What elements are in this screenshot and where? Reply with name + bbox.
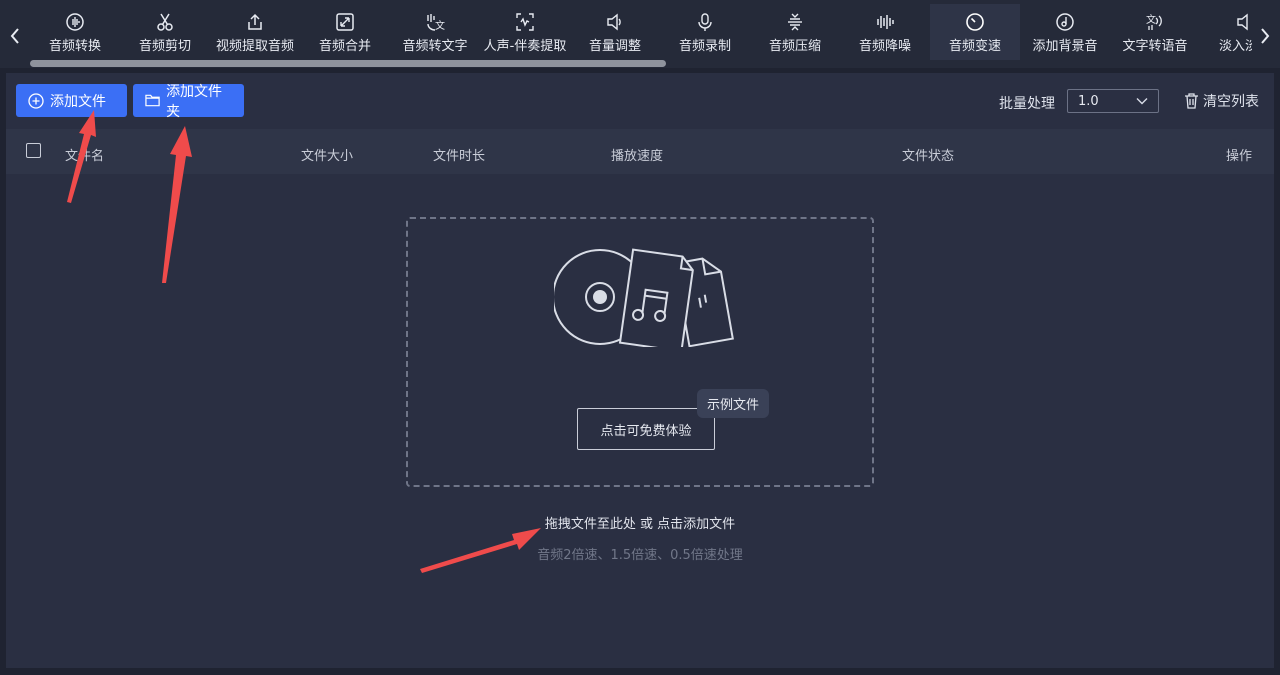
tool-label: 音频转文字 — [402, 39, 468, 54]
column-header-actions: 操作 — [1226, 149, 1253, 164]
add-file-button[interactable]: 添加文件 — [16, 84, 127, 117]
free-trial-button[interactable]: 点击可免费体验 — [577, 408, 715, 450]
file-table-header: 文件名 文件大小 文件时长 播放速度 文件状态 操作 — [6, 129, 1274, 174]
svg-text:文: 文 — [435, 19, 445, 32]
tool-audio-speed[interactable]: 音频变速 — [930, 4, 1020, 60]
tool-label: 音频录制 — [678, 39, 731, 54]
tool-label: 人声-伴奏提取 — [483, 39, 567, 54]
tool-label: 添加背景音 — [1032, 39, 1098, 54]
column-header-size[interactable]: 文件大小 — [301, 145, 353, 164]
voice-extract-icon — [515, 12, 535, 32]
compress-icon — [785, 12, 805, 32]
waveform-icon — [875, 12, 895, 32]
column-header-duration[interactable]: 文件时长 — [433, 145, 485, 164]
add-circle-icon — [28, 92, 44, 109]
tool-voice-accompaniment[interactable]: 人声-伴奏提取 — [480, 4, 570, 60]
tool-label: 音频变速 — [948, 39, 1001, 54]
tool-noise-reduction[interactable]: 音频降噪 — [840, 4, 930, 60]
drop-sub-hint-text: 音频2倍速、1.5倍速、0.5倍速处理 — [537, 548, 743, 563]
microphone-icon — [695, 12, 715, 32]
drop-hint-text: 拖拽文件至此处 或 点击添加文件 — [544, 517, 736, 532]
scissors-icon — [155, 12, 175, 32]
tool-label: 音频降噪 — [858, 39, 911, 54]
clear-list-button[interactable]: 清空列表 — [1184, 91, 1259, 111]
tool-label: 音频压缩 — [768, 39, 821, 54]
scroll-left-button[interactable] — [7, 24, 23, 48]
svg-text:文: 文 — [1146, 13, 1156, 26]
audio-files-illustration — [554, 248, 734, 347]
column-header-filename[interactable]: 文件名 — [65, 145, 104, 164]
column-header-playback-speed[interactable]: 播放速度 — [611, 145, 663, 164]
tool-video-extract-audio[interactable]: 视频提取音频 — [210, 4, 300, 60]
tool-volume-adjust[interactable]: 音量调整 — [570, 4, 660, 60]
tool-audio-merge[interactable]: 音频合并 — [300, 4, 390, 60]
chevron-left-icon — [10, 28, 19, 44]
text-to-speech-icon: 文 — [1145, 12, 1165, 32]
merge-icon — [335, 12, 355, 32]
free-trial-label: 点击可免费体验 — [600, 423, 692, 439]
speech-to-text-icon: 文 — [425, 12, 445, 32]
fade-icon — [1235, 12, 1252, 32]
tool-label: 视频提取音频 — [215, 39, 294, 54]
music-disc-icon — [1055, 12, 1075, 32]
toolbar-scrollbar[interactable] — [30, 60, 666, 67]
tool-audio-compress[interactable]: 音频压缩 — [750, 4, 840, 60]
add-folder-label: 添加文件夹 — [166, 83, 223, 120]
batch-speed-select[interactable]: 1.0 — [1067, 89, 1159, 113]
trash-icon — [1185, 93, 1198, 109]
chevron-right-icon — [1261, 28, 1270, 44]
chevron-down-icon — [1136, 98, 1148, 105]
tool-list: 音频转换 音频剪切 视频提取音频 音频合并 文 音频转文字 人声-伴奏提取 音量… — [30, 4, 1252, 62]
folder-icon — [145, 94, 160, 107]
upload-icon — [245, 12, 265, 32]
volume-icon — [605, 12, 625, 32]
tool-label: 音量调整 — [588, 39, 641, 54]
scroll-right-button[interactable] — [1257, 24, 1273, 48]
tool-fade-in-out[interactable]: 淡入淡出 — [1200, 4, 1252, 60]
clear-list-label: 清空列表 — [1203, 94, 1259, 110]
select-all-checkbox[interactable] — [26, 143, 41, 158]
tool-ribbon: 音频转换 音频剪切 视频提取音频 音频合并 文 音频转文字 人声-伴奏提取 音量… — [0, 0, 1280, 68]
tool-label: 音频转换 — [48, 39, 101, 54]
main-panel: 添加文件 添加文件夹 批量处理 1.0 清空列表 文件名 文件大小 文件时长 播… — [6, 73, 1274, 668]
sample-file-label: 示例文件 — [707, 398, 760, 413]
column-header-status[interactable]: 文件状态 — [902, 145, 954, 164]
add-folder-button[interactable]: 添加文件夹 — [133, 84, 244, 120]
audio-convert-icon — [65, 12, 85, 32]
speed-dial-icon — [965, 12, 985, 32]
tool-label: 音频合并 — [318, 39, 371, 54]
sample-file-badge[interactable]: 示例文件 — [697, 389, 770, 418]
batch-process-label: 批量处理 — [999, 96, 1055, 112]
file-drop-zone[interactable]: 点击可免费体验 示例文件 — [406, 217, 874, 487]
add-file-label: 添加文件 — [50, 93, 106, 110]
batch-speed-value: 1.0 — [1078, 93, 1099, 109]
tool-audio-convert[interactable]: 音频转换 — [30, 4, 120, 60]
tool-speech-to-text[interactable]: 文 音频转文字 — [390, 4, 480, 60]
tool-label: 音频剪切 — [138, 39, 191, 54]
tool-label: 淡入淡出 — [1218, 39, 1252, 54]
tool-audio-record[interactable]: 音频录制 — [660, 4, 750, 60]
tool-text-to-speech[interactable]: 文 文字转语音 — [1110, 4, 1200, 60]
tool-add-background-music[interactable]: 添加背景音 — [1020, 4, 1110, 60]
tool-audio-cut[interactable]: 音频剪切 — [120, 4, 210, 60]
tool-label: 文字转语音 — [1122, 39, 1188, 54]
